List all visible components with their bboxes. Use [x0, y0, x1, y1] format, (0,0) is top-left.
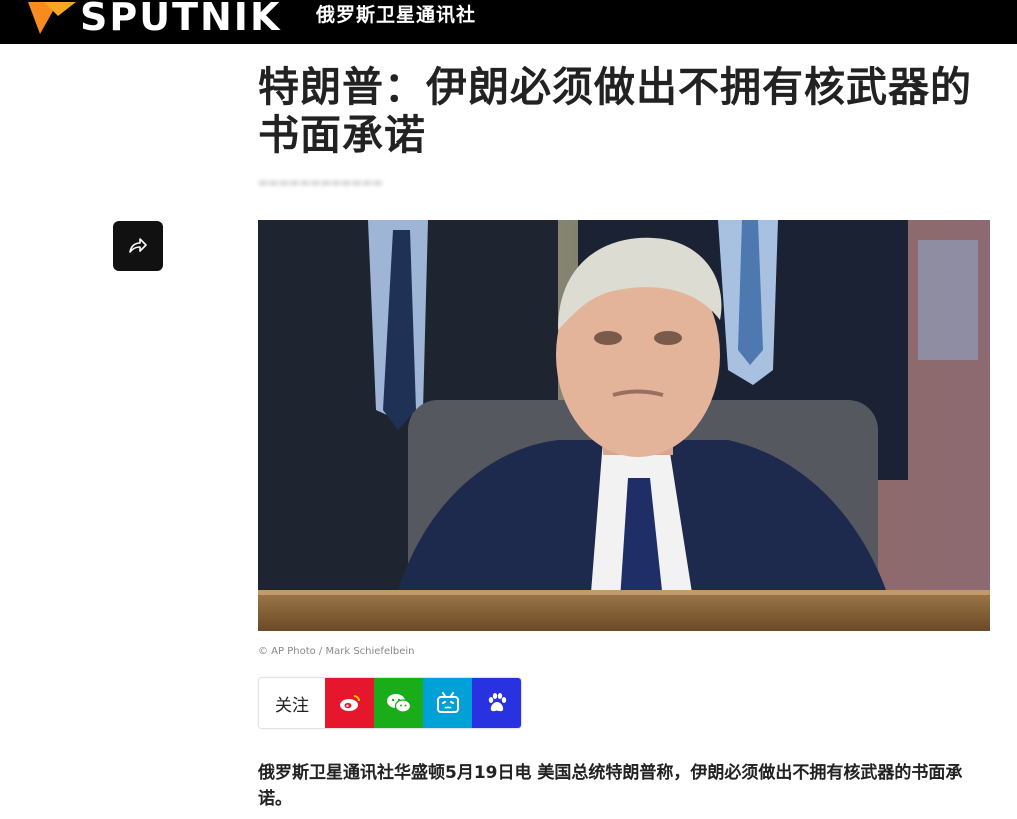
photo-illustration	[258, 220, 990, 631]
share-arrow-icon	[129, 238, 147, 253]
article-dateline-blurred: ▬▬▬▬▬▬▬▬▬▬▬▬	[258, 176, 383, 189]
sputnik-logo-icon[interactable]	[22, 0, 78, 36]
weibo-button[interactable]	[325, 678, 374, 728]
brand-subtitle[interactable]: 俄罗斯卫星通讯社	[316, 2, 476, 28]
baidu-icon	[488, 693, 506, 712]
article-lead: 俄罗斯卫星通讯社华盛顿5月19日电 美国总统特朗普称，伊朗必须做出不拥有核武器的…	[258, 763, 963, 809]
share-button[interactable]	[113, 221, 163, 271]
weibo-icon	[339, 695, 360, 711]
brand-logo-text[interactable]: SPUTNIK	[80, 0, 281, 39]
bilibili-button[interactable]	[423, 678, 472, 728]
follow-label: 关注	[259, 678, 325, 728]
bilibili-icon	[436, 692, 459, 713]
site-header: SPUTNIK 俄罗斯卫星通讯社	[0, 0, 1017, 44]
wechat-icon	[386, 694, 411, 713]
article-photo	[258, 220, 990, 631]
social-follow-bar: 关注	[258, 677, 522, 729]
baidu-button[interactable]	[472, 678, 521, 728]
article-title: 特朗普：伊朗必须做出不拥有核武器的书面承诺	[258, 63, 972, 159]
wechat-button[interactable]	[374, 678, 423, 728]
photo-credit: © AP Photo / Mark Schiefelbein	[258, 646, 415, 657]
